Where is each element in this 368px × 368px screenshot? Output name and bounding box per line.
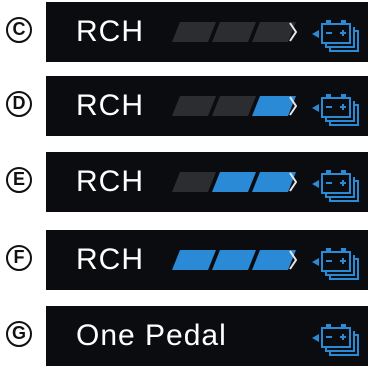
row-letter-badge: C bbox=[6, 17, 32, 43]
gauge-segment-empty bbox=[172, 22, 216, 42]
battery-charge-icon bbox=[310, 88, 362, 128]
gauge-segment-empty bbox=[172, 172, 216, 192]
row-d: D RCH bbox=[0, 76, 368, 136]
gauge-segment-filled bbox=[252, 96, 296, 116]
display-panel: RCH bbox=[46, 230, 368, 290]
gauge-segment-empty bbox=[172, 96, 216, 116]
gauge-segment-filled bbox=[252, 250, 296, 270]
regen-gauge bbox=[166, 248, 300, 272]
regen-gauge bbox=[166, 170, 300, 194]
display-panel: One Pedal bbox=[46, 306, 368, 366]
gauge-segment-filled bbox=[172, 250, 216, 270]
mode-label: RCH bbox=[76, 165, 144, 198]
row-c: C RCH bbox=[0, 2, 368, 62]
display-panel: RCH bbox=[46, 76, 368, 136]
row-letter-badge: E bbox=[6, 167, 32, 193]
battery-charge-icon bbox=[310, 242, 362, 282]
row-letter-badge: D bbox=[6, 91, 32, 117]
mode-label: RCH bbox=[76, 243, 144, 276]
gauge-segment-empty bbox=[212, 22, 256, 42]
gauge-segment-filled bbox=[212, 250, 256, 270]
row-e: E RCH bbox=[0, 152, 368, 212]
battery-charge-icon bbox=[310, 318, 362, 358]
row-letter-badge: F bbox=[6, 245, 32, 271]
row-f: F RCH bbox=[0, 230, 368, 290]
mode-label: One Pedal bbox=[76, 319, 227, 352]
display-panel: RCH bbox=[46, 2, 368, 62]
row-g: G One Pedal bbox=[0, 306, 368, 366]
battery-charge-icon bbox=[310, 164, 362, 204]
display-panel: RCH bbox=[46, 152, 368, 212]
gauge-segment-filled bbox=[212, 172, 256, 192]
mode-label: RCH bbox=[76, 15, 144, 48]
row-letter-badge: G bbox=[6, 321, 32, 347]
battery-charge-icon bbox=[310, 14, 362, 54]
gauge-segment-empty bbox=[212, 96, 256, 116]
mode-label: RCH bbox=[76, 89, 144, 122]
regen-gauge bbox=[166, 94, 300, 118]
regen-gauge bbox=[166, 20, 300, 44]
gauge-segment-empty bbox=[252, 22, 296, 42]
gauge-segment-filled bbox=[252, 172, 296, 192]
